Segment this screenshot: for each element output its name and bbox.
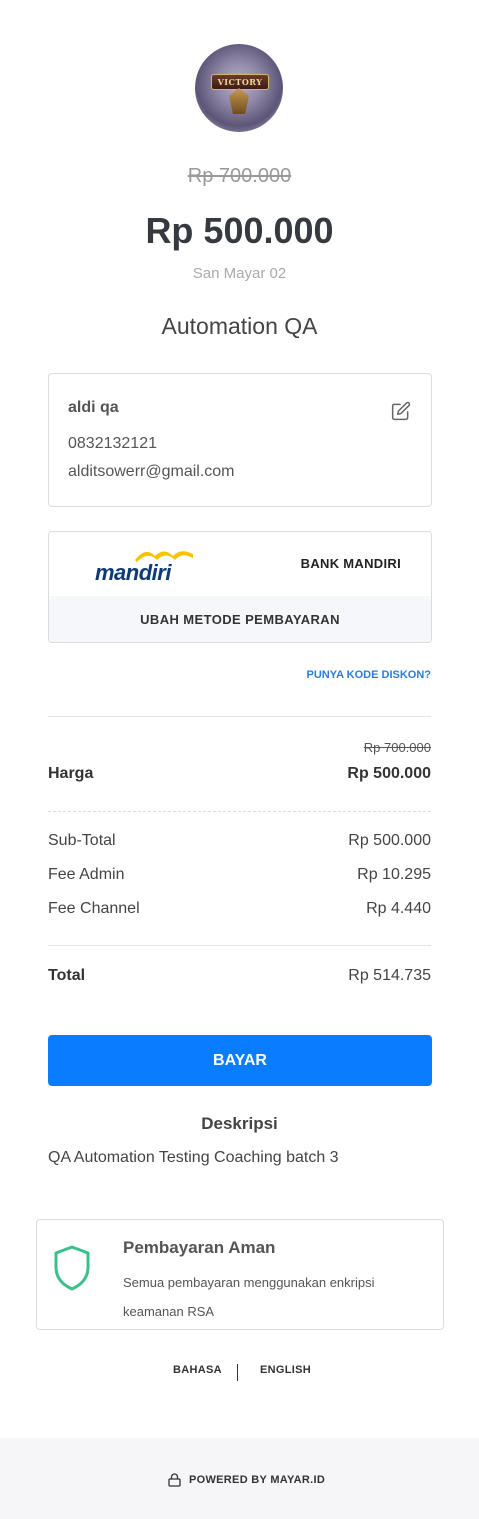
fee-channel-label: Fee Channel <box>48 900 140 917</box>
avatar-banner: VICTORY <box>211 74 269 90</box>
edit-icon[interactable] <box>391 401 411 421</box>
description-title: Deskripsi <box>201 1114 278 1133</box>
description-text: QA Automation Testing Coaching batch 3 <box>48 1149 339 1166</box>
total-label: Total <box>48 967 86 984</box>
divider <box>48 945 431 946</box>
product-avatar: VICTORY <box>195 44 283 132</box>
avatar-crest <box>229 88 249 114</box>
buyer-info-card: aldi qa 0832132121 alditsowerr@gmail.com <box>48 373 432 507</box>
discount-code-link[interactable]: PUNYA KODE DISKON? <box>307 669 431 681</box>
harga-label: Harga <box>48 765 94 782</box>
buyer-email: alditsowerr@gmail.com <box>68 463 235 480</box>
mandiri-logo-text: mandiri <box>95 560 171 585</box>
powered-by: POWERED BY MAYAR.ID <box>168 1473 325 1487</box>
buyer-name: aldi qa <box>68 399 119 416</box>
subtotal-label: Sub-Total <box>48 832 116 849</box>
seller-name: San Mayar 02 <box>192 265 287 282</box>
original-price: Rp 700.000 <box>187 165 292 187</box>
harga-value: Rp 500.000 <box>347 765 431 782</box>
fee-admin-label: Fee Admin <box>48 866 125 883</box>
powered-by-text: POWERED BY MAYAR.ID <box>189 1474 326 1486</box>
pay-button[interactable]: BAYAR <box>48 1035 432 1086</box>
mandiri-logo: mandiri <box>95 546 195 586</box>
footer: POWERED BY MAYAR.ID <box>0 1438 479 1519</box>
dashed-divider <box>48 811 431 812</box>
fee-channel-value: Rp 4.440 <box>366 900 431 917</box>
bank-name: BANK MANDIRI <box>300 556 401 571</box>
divider <box>48 716 431 717</box>
total-value: Rp 514.735 <box>348 967 431 984</box>
current-price: Rp 500.000 <box>145 210 334 251</box>
fee-admin-value: Rp 10.295 <box>357 866 431 883</box>
buyer-phone: 0832132121 <box>68 435 157 452</box>
product-title: Automation QA <box>161 313 318 339</box>
language-label: BAHASA <box>173 1364 222 1376</box>
lock-icon <box>168 1473 181 1487</box>
language-separator <box>237 1364 238 1381</box>
subtotal-value: Rp 500.000 <box>348 832 431 849</box>
shield-icon <box>54 1245 90 1291</box>
secure-title: Pembayaran Aman <box>123 1238 276 1257</box>
secure-text: Semua pembayaran menggunakan enkripsi ke… <box>123 1275 375 1319</box>
harga-original-price: Rp 700.000 <box>363 740 431 755</box>
change-payment-method-button[interactable]: UBAH METODE PEMBAYARAN <box>49 596 431 642</box>
language-english-link[interactable]: ENGLISH <box>260 1364 311 1376</box>
payment-method-card: mandiri BANK MANDIRI UBAH METODE PEMBAYA… <box>48 531 432 643</box>
secure-payment-card: Pembayaran Aman Semua pembayaran menggun… <box>36 1219 444 1330</box>
selected-payment-method[interactable]: mandiri BANK MANDIRI <box>49 532 431 596</box>
